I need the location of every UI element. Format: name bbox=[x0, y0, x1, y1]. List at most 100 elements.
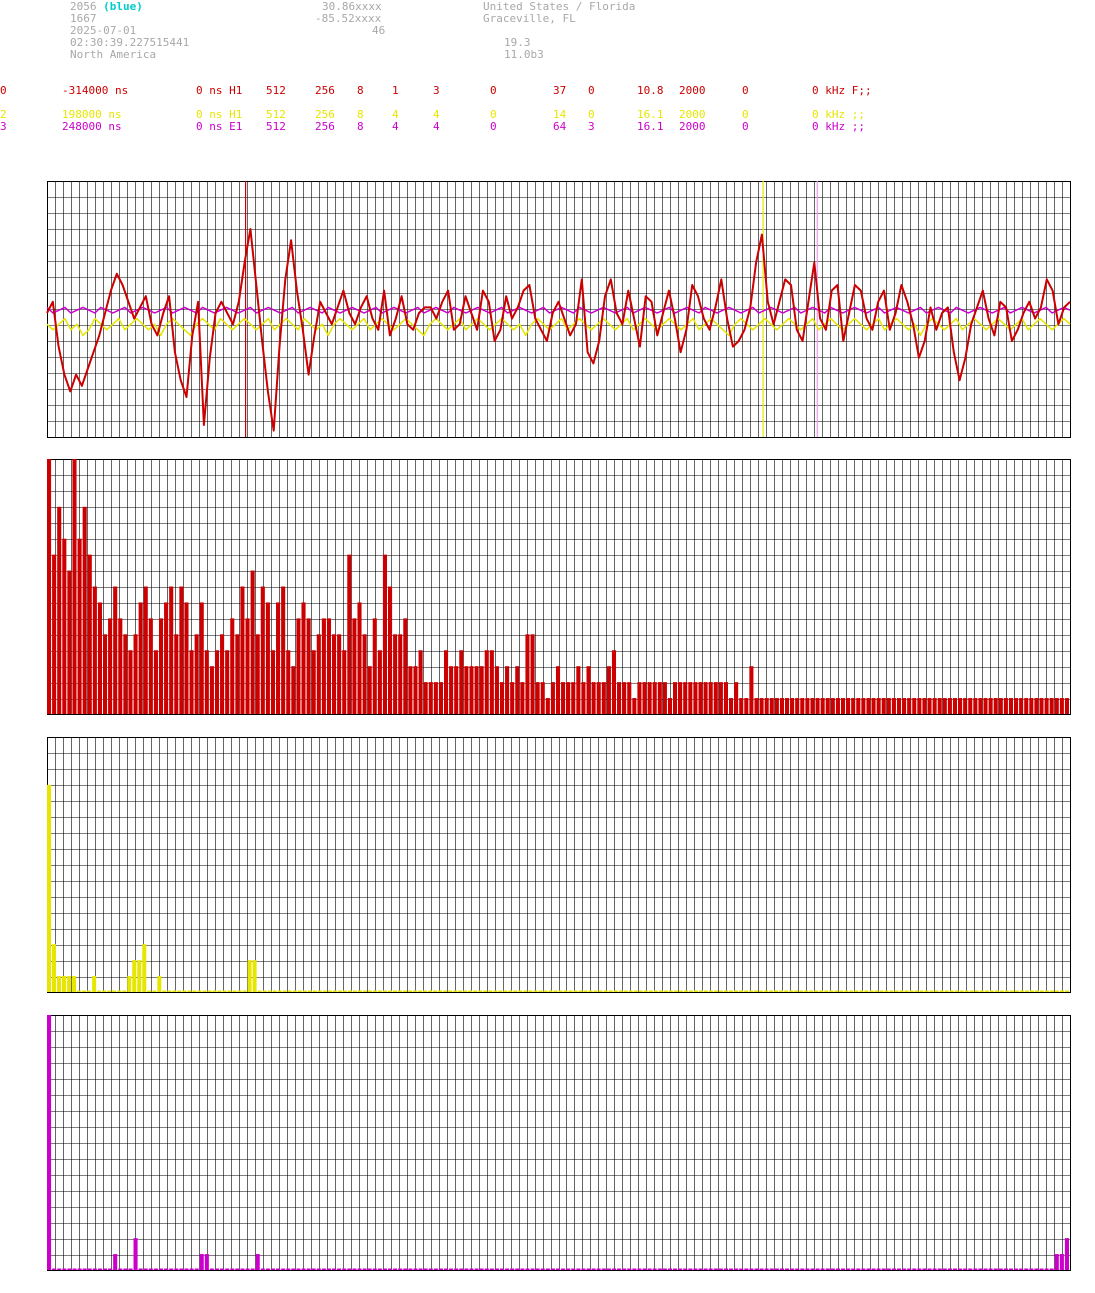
bar-1-85 bbox=[479, 666, 484, 714]
bar-2-31 bbox=[202, 990, 207, 992]
bar-2-35 bbox=[222, 990, 227, 992]
bar-3-67 bbox=[388, 1268, 393, 1270]
bar-1-54 bbox=[321, 618, 326, 715]
bar-2-146 bbox=[779, 990, 784, 992]
bar-2-65 bbox=[372, 990, 377, 992]
bar-2-157 bbox=[834, 990, 839, 992]
bar-3-146 bbox=[790, 1268, 795, 1270]
bar-2-3 bbox=[62, 976, 67, 992]
bar-1-73 bbox=[418, 650, 423, 714]
bar-1-146 bbox=[790, 698, 795, 714]
bar-3-158 bbox=[851, 1268, 856, 1270]
bar-2-87 bbox=[483, 990, 488, 992]
bar-1-35 bbox=[225, 650, 230, 714]
bar-1-45 bbox=[276, 602, 281, 714]
bar-3-33 bbox=[214, 1268, 220, 1270]
bar-3-170 bbox=[912, 1268, 917, 1270]
bar-1-30 bbox=[199, 602, 204, 714]
bar-2-170 bbox=[899, 990, 904, 992]
bar-1-44 bbox=[270, 650, 276, 714]
bar-2-82 bbox=[458, 990, 463, 992]
bar-2-112 bbox=[608, 990, 613, 992]
bar-3-85 bbox=[479, 1268, 484, 1270]
bar-1-154 bbox=[830, 698, 835, 714]
bar-1-161 bbox=[866, 698, 871, 714]
bar-3-160 bbox=[861, 1268, 866, 1270]
bar-2-185 bbox=[974, 990, 979, 992]
bar-2-41 bbox=[252, 960, 257, 993]
bar-1-142 bbox=[769, 698, 774, 714]
bar-1-159 bbox=[856, 698, 861, 714]
bar-2-129 bbox=[693, 990, 698, 992]
bar-1-96 bbox=[535, 682, 540, 715]
bar-1-40 bbox=[250, 570, 255, 714]
bar-2-133 bbox=[713, 990, 718, 992]
bar-1-99 bbox=[550, 682, 555, 715]
bar-2-92 bbox=[508, 990, 513, 992]
bar-1-147 bbox=[795, 698, 800, 714]
bar-1-138 bbox=[749, 666, 754, 714]
bar-3-97 bbox=[540, 1268, 545, 1270]
bar-1-22 bbox=[158, 618, 164, 715]
bar-2-105 bbox=[573, 990, 578, 992]
panel-3-frame bbox=[47, 1015, 1071, 1271]
bar-2-100 bbox=[548, 990, 553, 992]
bar-3-182 bbox=[973, 1268, 978, 1270]
bar-3-156 bbox=[840, 1268, 846, 1270]
bar-2-103 bbox=[563, 990, 568, 992]
bar-1-93 bbox=[520, 682, 525, 715]
bar-3-198 bbox=[1054, 1254, 1059, 1270]
bar-3-76 bbox=[433, 1268, 438, 1270]
bar-1-81 bbox=[459, 650, 464, 714]
bar-3-29 bbox=[194, 1268, 199, 1270]
bar-2-114 bbox=[618, 990, 623, 992]
bar-1-103 bbox=[571, 682, 576, 715]
bar-3-37 bbox=[235, 1268, 240, 1270]
bar-3-109 bbox=[601, 1268, 606, 1270]
bar-3-7 bbox=[82, 1268, 87, 1270]
bar-2-108 bbox=[588, 990, 593, 992]
bar-2-83 bbox=[463, 990, 468, 992]
bar-1-77 bbox=[438, 682, 443, 715]
bar-2-70 bbox=[398, 990, 403, 992]
bar-3-113 bbox=[622, 1268, 627, 1270]
bar-1-169 bbox=[907, 698, 912, 714]
bar-3-74 bbox=[423, 1268, 428, 1270]
bar-3-118 bbox=[647, 1268, 652, 1270]
bar-2-193 bbox=[1014, 990, 1019, 992]
bar-2-175 bbox=[924, 990, 929, 992]
bar-1-174 bbox=[932, 698, 937, 714]
bar-3-183 bbox=[978, 1268, 983, 1270]
bar-2-117 bbox=[633, 990, 638, 992]
bar-3-57 bbox=[337, 1268, 342, 1270]
bar-1-153 bbox=[825, 698, 830, 714]
bar-1-150 bbox=[810, 698, 815, 714]
bar-3-120 bbox=[657, 1268, 662, 1270]
bar-3-25 bbox=[174, 1268, 179, 1270]
bar-2-6 bbox=[77, 990, 82, 992]
bar-1-23 bbox=[164, 602, 169, 714]
bar-3-96 bbox=[535, 1268, 540, 1270]
bar-2-174 bbox=[919, 990, 924, 992]
bar-3-71 bbox=[408, 1268, 413, 1270]
bar-3-189 bbox=[1008, 1268, 1014, 1270]
bar-3-195 bbox=[1039, 1268, 1044, 1270]
bar-1-57 bbox=[337, 634, 342, 714]
bar-1-113 bbox=[622, 682, 627, 715]
bar-1-65 bbox=[377, 650, 382, 714]
bar-1-43 bbox=[265, 602, 270, 714]
bar-1-105 bbox=[581, 682, 586, 715]
bar-2-71 bbox=[403, 990, 408, 992]
bar-2-97 bbox=[533, 990, 538, 992]
bar-2-113 bbox=[613, 990, 618, 992]
bar-1-187 bbox=[998, 698, 1003, 714]
bar-3-45 bbox=[276, 1268, 281, 1270]
bar-1-123 bbox=[673, 682, 678, 715]
bar-1-110 bbox=[606, 666, 611, 714]
bar-1-46 bbox=[281, 586, 286, 714]
bar-3-41 bbox=[255, 1254, 260, 1270]
bar-2-89 bbox=[493, 990, 498, 992]
bar-1-52 bbox=[311, 650, 316, 714]
bar-1-67 bbox=[388, 586, 393, 714]
bar-2-94 bbox=[518, 990, 523, 992]
